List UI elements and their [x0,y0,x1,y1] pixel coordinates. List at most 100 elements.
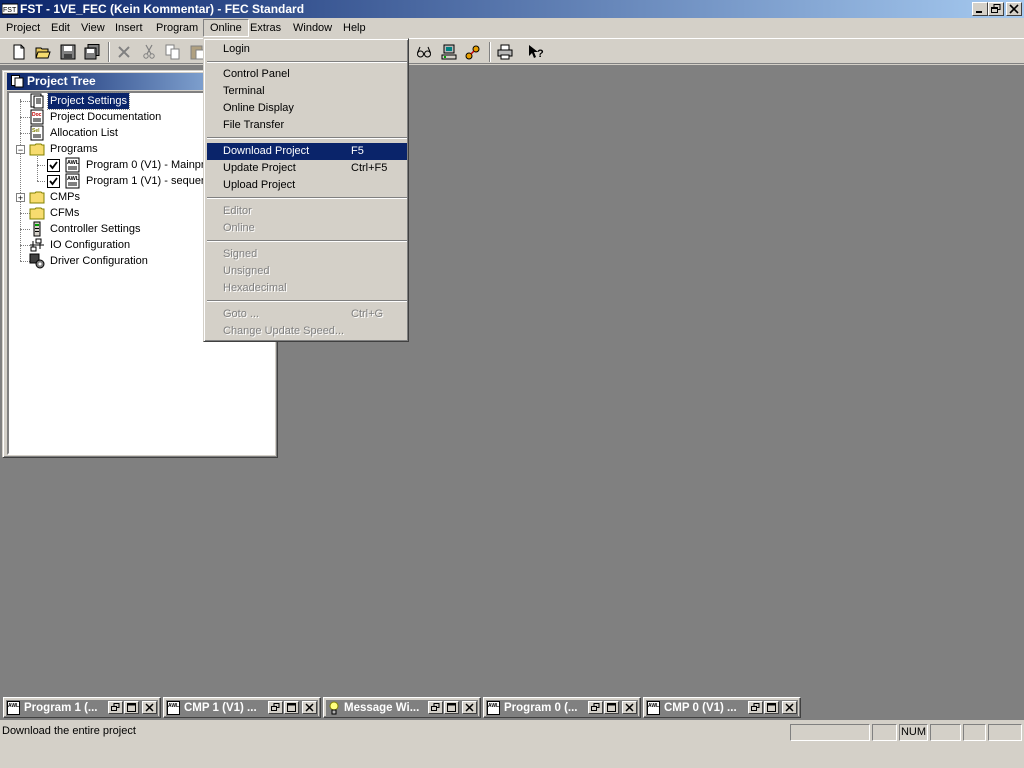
menu-help[interactable]: Help [337,19,372,37]
menu-item-download-project[interactable]: Download Project F5 [207,143,407,160]
menu-bar: Project Edit View Insert Program Online … [0,18,1024,38]
close-button[interactable] [622,701,637,714]
online-glasses-icon[interactable] [413,42,435,62]
delete-icon[interactable] [113,42,135,62]
title-bar[interactable]: FST FST - 1VE_FEC (Kein Kommentar) - FEC… [0,0,1024,18]
awl-program-icon: AWL [65,173,80,189]
collapse-toggle-icon[interactable]: − [16,145,25,155]
menu-item-login[interactable]: Login [207,41,407,58]
close-button[interactable] [462,701,477,714]
open-folder-icon[interactable] [32,42,54,62]
menu-item-online-display[interactable]: Online Display [207,100,407,117]
minimized-window-title: CMP 0 (V1) ... [664,702,737,714]
svg-text:Sel: Sel [32,128,40,134]
folder-icon [29,207,45,220]
minimize-button[interactable] [972,2,988,16]
folder-icon [29,191,45,204]
tree-node-label: Project Settings [46,92,131,110]
menu-separator [207,240,407,242]
awl-program-icon: AWL [487,701,500,715]
tree-node-label: CFMs [50,207,80,219]
menu-online[interactable]: Online [203,19,249,37]
svg-text:AWL: AWL [488,703,499,709]
status-pane [930,724,961,741]
tree-node-label: Program 0 (V1) - Mainpro [86,159,211,171]
menu-edit[interactable]: Edit [45,19,76,37]
svg-text:AWL: AWL [67,160,80,166]
status-text: Download the entire project [2,725,136,737]
minimized-window-cmp-0[interactable]: AWL CMP 0 (V1) ... [643,697,801,718]
maximize-button[interactable] [284,701,299,714]
menu-insert[interactable]: Insert [109,19,149,37]
svg-text:AWL: AWL [168,703,179,709]
awl-program-icon: AWL [7,701,20,715]
menu-separator [207,137,407,139]
minimized-window-title: CMP 1 (V1) ... [184,702,257,714]
new-file-icon[interactable] [8,42,30,62]
minimized-window-program-0[interactable]: AWL Program 0 (... [483,697,641,718]
program-1-checkbox[interactable] [47,175,60,188]
allocation-list-icon: Sel [30,125,44,141]
controller-download-icon[interactable] [438,42,460,62]
project-tree-icon [11,75,24,88]
restore-button[interactable] [588,701,603,714]
print-icon[interactable] [494,42,516,62]
svg-text:?: ? [537,48,544,60]
restore-button[interactable] [988,2,1004,16]
expand-toggle-icon[interactable]: + [16,193,25,203]
online-menu-dropdown: Login Control Panel Terminal Online Disp… [203,38,409,342]
close-button[interactable] [302,701,317,714]
window-title: FST - 1VE_FEC (Kein Kommentar) - FEC Sta… [20,2,305,16]
minimized-window-cmp-1[interactable]: AWL CMP 1 (V1) ... [163,697,321,718]
maximize-button[interactable] [764,701,779,714]
menu-item-unsigned: Unsigned [223,265,270,277]
toolbar: ? [0,38,1024,64]
svg-text:AWL: AWL [67,176,80,182]
save-icon[interactable] [57,42,79,62]
folder-icon [29,143,45,156]
minimized-window-message[interactable]: Message Wi... [323,697,481,718]
menu-item-file-transfer[interactable]: File Transfer [207,117,407,134]
menu-item-update-project[interactable]: Update Project Ctrl+F5 [207,160,407,177]
maximize-button[interactable] [604,701,619,714]
project-tree-title: Project Tree [27,74,96,88]
close-button[interactable] [782,701,797,714]
maximize-button[interactable] [124,701,139,714]
save-all-icon[interactable] [81,42,103,62]
minimized-window-program-1[interactable]: AWL Program 1 (... [3,697,161,718]
minimized-window-title: Program 0 (... [504,702,578,714]
tree-node-label: Programs [50,143,98,155]
close-button[interactable] [1006,2,1022,16]
doc-icon: Doc [30,109,44,125]
restore-button[interactable] [748,701,763,714]
awl-program-icon: AWL [167,701,180,715]
menu-program[interactable]: Program [150,19,204,37]
lightbulb-icon [329,701,339,715]
menu-window[interactable]: Window [287,19,338,37]
close-button[interactable] [142,701,157,714]
context-help-icon[interactable]: ? [525,42,547,62]
menu-item-signed: Signed [223,248,258,260]
restore-button[interactable] [108,701,123,714]
restore-button[interactable] [428,701,443,714]
tree-node-label: CMPs [50,191,80,203]
network-config-icon[interactable] [462,42,484,62]
menu-project[interactable]: Project [0,19,46,37]
menu-item-terminal[interactable]: Terminal [207,83,407,100]
menu-extras[interactable]: Extras [244,19,287,37]
awl-program-icon: AWL [65,157,80,173]
restore-button[interactable] [268,701,283,714]
controller-icon [33,221,41,237]
fst-app-icon[interactable]: FST [2,2,18,16]
status-pane [872,724,897,741]
maximize-button[interactable] [444,701,459,714]
program-0-checkbox[interactable] [47,159,60,172]
cut-icon[interactable] [138,42,160,62]
menu-view[interactable]: View [75,19,111,37]
copy-icon[interactable] [162,42,184,62]
tree-node-label: Program 1 (V1) - sequen [86,175,208,187]
toolbar-separator [489,42,491,62]
menu-item-upload-project[interactable]: Upload Project [207,177,407,194]
menu-item-control-panel[interactable]: Control Panel [207,66,407,83]
minimized-window-title: Program 1 (... [24,702,98,714]
